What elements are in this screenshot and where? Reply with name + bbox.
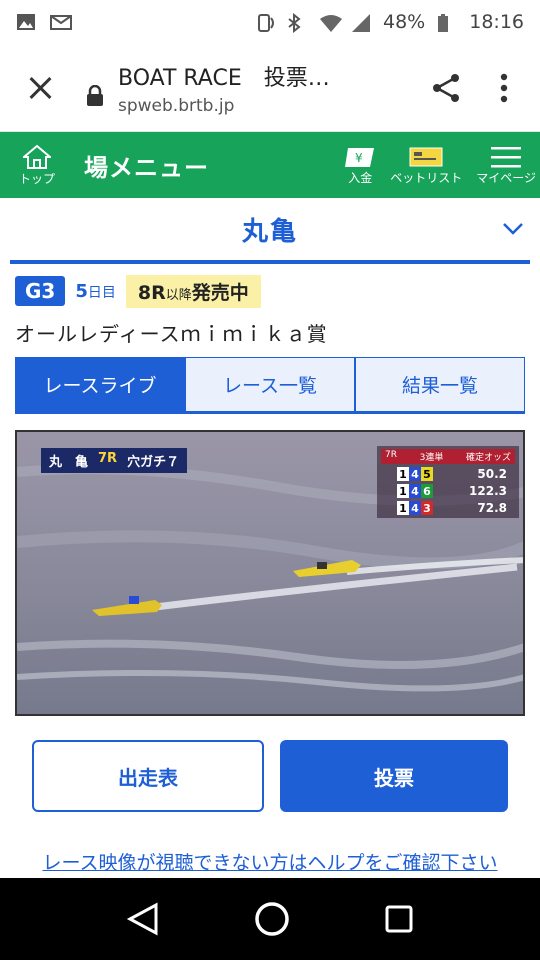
- venue-selector[interactable]: 丸亀: [10, 198, 530, 264]
- video-caption: 穴ガチ７: [127, 455, 180, 470]
- nav-mypage-label: マイページ: [476, 170, 536, 185]
- share-icon[interactable]: [424, 66, 468, 110]
- odds-boat: 1: [397, 501, 409, 515]
- odds-boat: 6: [421, 484, 433, 498]
- nav-title: 場メニュー: [84, 153, 209, 182]
- url-host: spweb.brtb.jp: [118, 95, 235, 116]
- nav-deposit-button[interactable]: ¥ 入金: [344, 145, 376, 186]
- day-number: 5: [75, 280, 88, 302]
- odds-race: 7R: [385, 450, 397, 460]
- venue-menu-nav: トップ 場メニュー ¥ 入金 ベットリスト マイページ: [0, 132, 540, 198]
- odds-boat: 1: [397, 467, 409, 481]
- battery-percent: 48%: [383, 11, 426, 33]
- odds-value: 72.8: [477, 501, 507, 515]
- battery-icon: [437, 13, 457, 32]
- odds-value: 50.2: [477, 467, 507, 481]
- video-race-label: 丸 亀 7R 穴ガチ７: [41, 448, 188, 473]
- recents-icon[interactable]: [384, 904, 414, 934]
- lock-icon: [86, 84, 104, 107]
- race-title: オールレディースｍｉｍｉｋａ賞: [15, 322, 328, 346]
- system-nav-bar: [0, 878, 540, 960]
- home-circle-icon[interactable]: [253, 900, 291, 938]
- wifi-icon: [319, 13, 342, 32]
- odds-value: 122.3: [469, 484, 507, 498]
- url-display[interactable]: BOAT RACE 投票… spweb.brtb.jp: [118, 60, 410, 116]
- tab-results-list[interactable]: 結果一覧: [355, 357, 525, 411]
- tab-race-list[interactable]: レース一覧: [185, 357, 355, 411]
- odds-row: 1 4 3 72.8: [381, 501, 515, 515]
- signal-icon: [351, 13, 371, 32]
- nav-top-button[interactable]: トップ: [0, 144, 74, 187]
- betlist-icon: [409, 147, 443, 166]
- sale-status-badge: 8R以降発売中: [125, 274, 261, 308]
- race-live-video[interactable]: 丸 亀 7R 穴ガチ７ 7R 3連単 確定オッズ 1 4 5 50.2 1 4 …: [15, 430, 525, 716]
- clock: 18:16: [469, 11, 524, 33]
- nav-deposit-label: 入金: [348, 170, 373, 185]
- odds-overlay: 7R 3連単 確定オッズ 1 4 5 50.2 1 4 6 122.3 1 4 …: [377, 446, 519, 518]
- day-unit: 日目: [87, 284, 116, 301]
- gallery-icon: [16, 13, 36, 31]
- odds-bet-type: 3連単: [419, 453, 444, 463]
- race-info-row: G3 5日目 8R以降発売中: [0, 264, 540, 310]
- odds-boat: 4: [409, 467, 421, 481]
- svg-text:¥: ¥: [355, 151, 363, 165]
- bluetooth-icon: [287, 12, 307, 34]
- tab-race-live[interactable]: レースライブ: [15, 357, 185, 411]
- video-race-number: 7R: [98, 451, 118, 466]
- nav-top-label: トップ: [18, 171, 55, 186]
- odds-boat: 3: [421, 501, 433, 515]
- odds-row: 1 4 5 50.2: [381, 467, 515, 481]
- page-title: BOAT RACE 投票…: [118, 65, 330, 91]
- help-link[interactable]: レース映像が視聴できない方はヘルプをご確認下さい: [0, 848, 540, 875]
- odds-boat: 4: [409, 501, 421, 515]
- odds-boat: 1: [397, 484, 409, 498]
- odds-type: 確定オッズ: [465, 453, 511, 463]
- hamburger-icon: [491, 146, 522, 167]
- action-buttons: 出走表 投票: [0, 716, 540, 812]
- close-icon[interactable]: [24, 72, 56, 104]
- status-bar: 48% 18:16: [0, 0, 540, 44]
- home-icon: [23, 144, 51, 169]
- nav-betlist-button[interactable]: ベットリスト: [390, 145, 462, 186]
- back-icon[interactable]: [126, 902, 160, 936]
- vote-button[interactable]: 投票: [280, 740, 508, 812]
- sale-after: 以降: [165, 287, 192, 303]
- race-tabs: レースライブ レース一覧 結果一覧: [15, 357, 525, 414]
- video-venue: 丸 亀: [49, 455, 89, 470]
- chevron-down-icon: [503, 223, 523, 235]
- grade-badge: G3: [15, 276, 66, 306]
- mail-icon: [50, 13, 72, 31]
- nav-mypage-button[interactable]: マイページ: [476, 145, 536, 186]
- nfc-icon: [255, 13, 275, 32]
- odds-boat: 5: [421, 467, 433, 481]
- venue-name: 丸亀: [241, 216, 298, 247]
- odds-row: 1 4 6 122.3: [381, 484, 515, 498]
- nav-betlist-label: ベットリスト: [390, 170, 463, 185]
- sale-race: 8R: [137, 281, 166, 304]
- more-vert-icon[interactable]: [482, 66, 526, 110]
- browser-toolbar: BOAT RACE 投票… spweb.brtb.jp: [0, 44, 540, 132]
- entry-table-button[interactable]: 出走表: [32, 740, 264, 812]
- sale-status: 発売中: [191, 281, 249, 304]
- day-label: 5日目: [75, 281, 116, 302]
- odds-boat: 4: [409, 484, 421, 498]
- deposit-icon: ¥: [345, 147, 375, 167]
- odds-header: 7R 3連単 確定オッズ: [381, 449, 515, 464]
